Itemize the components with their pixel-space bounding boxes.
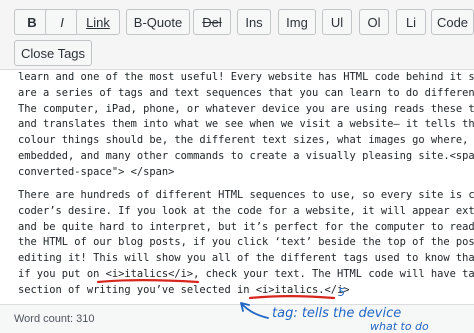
- annotation-text-1: tag: tells the device: [272, 306, 402, 321]
- editor-line: The computer, iPad, phone, or whatever d…: [18, 102, 474, 115]
- annotation-number: 5: [338, 286, 345, 299]
- editor-line: and translates them into what we see whe…: [18, 118, 474, 131]
- ins-button[interactable]: Ins: [237, 9, 271, 35]
- ol-button[interactable]: Ol: [359, 9, 389, 35]
- ul-button[interactable]: Ul: [322, 9, 352, 35]
- word-count: Word count: 310: [14, 313, 95, 325]
- img-button[interactable]: Img: [278, 9, 316, 35]
- link-button[interactable]: Link: [76, 9, 120, 35]
- editor-line: coder’s desire. If you look at the code …: [18, 204, 474, 217]
- code-button[interactable]: Code: [431, 9, 474, 35]
- text-editor[interactable]: learn and one of the most useful! Every …: [12, 70, 474, 304]
- paragraph-2: There are hundreds of different HTML seq…: [12, 188, 474, 299]
- blockquote-button[interactable]: B-Quote: [126, 9, 190, 35]
- paragraph-1: learn and one of the most useful! Every …: [12, 70, 474, 181]
- li-button[interactable]: Li: [396, 9, 426, 35]
- editor-line: editing it! This will show you all of th…: [18, 252, 474, 265]
- editor-line: are a series of tags and text sequences …: [18, 86, 474, 99]
- editor-line: the HTML of our blog posts, if you click…: [18, 236, 474, 249]
- annotation-text-2: what to do: [370, 320, 429, 333]
- quicktags-toolbar: B I Link B-Quote Del Ins Img Ul Ol Li Co…: [0, 0, 474, 70]
- editor-line: and be quite hard to interpret, but it’s…: [18, 220, 474, 233]
- editor-line: learn and one of the most useful! Every …: [18, 71, 474, 83]
- editor-line: section of writing you’ve selected in <i…: [18, 283, 350, 296]
- editor-line: converted-space"> </span>: [18, 165, 175, 178]
- editor-line: There are hundreds of different HTML seq…: [18, 189, 474, 201]
- editor-line: colour things should be, the different t…: [18, 134, 474, 147]
- close-tags-button[interactable]: Close Tags: [14, 40, 92, 66]
- editor-line: if you put on <i>italics</i>, check your…: [18, 267, 474, 280]
- del-button[interactable]: Del: [193, 9, 231, 35]
- editor-line: embedded, and many other commands to cre…: [18, 149, 474, 162]
- italic-button[interactable]: I: [45, 9, 79, 35]
